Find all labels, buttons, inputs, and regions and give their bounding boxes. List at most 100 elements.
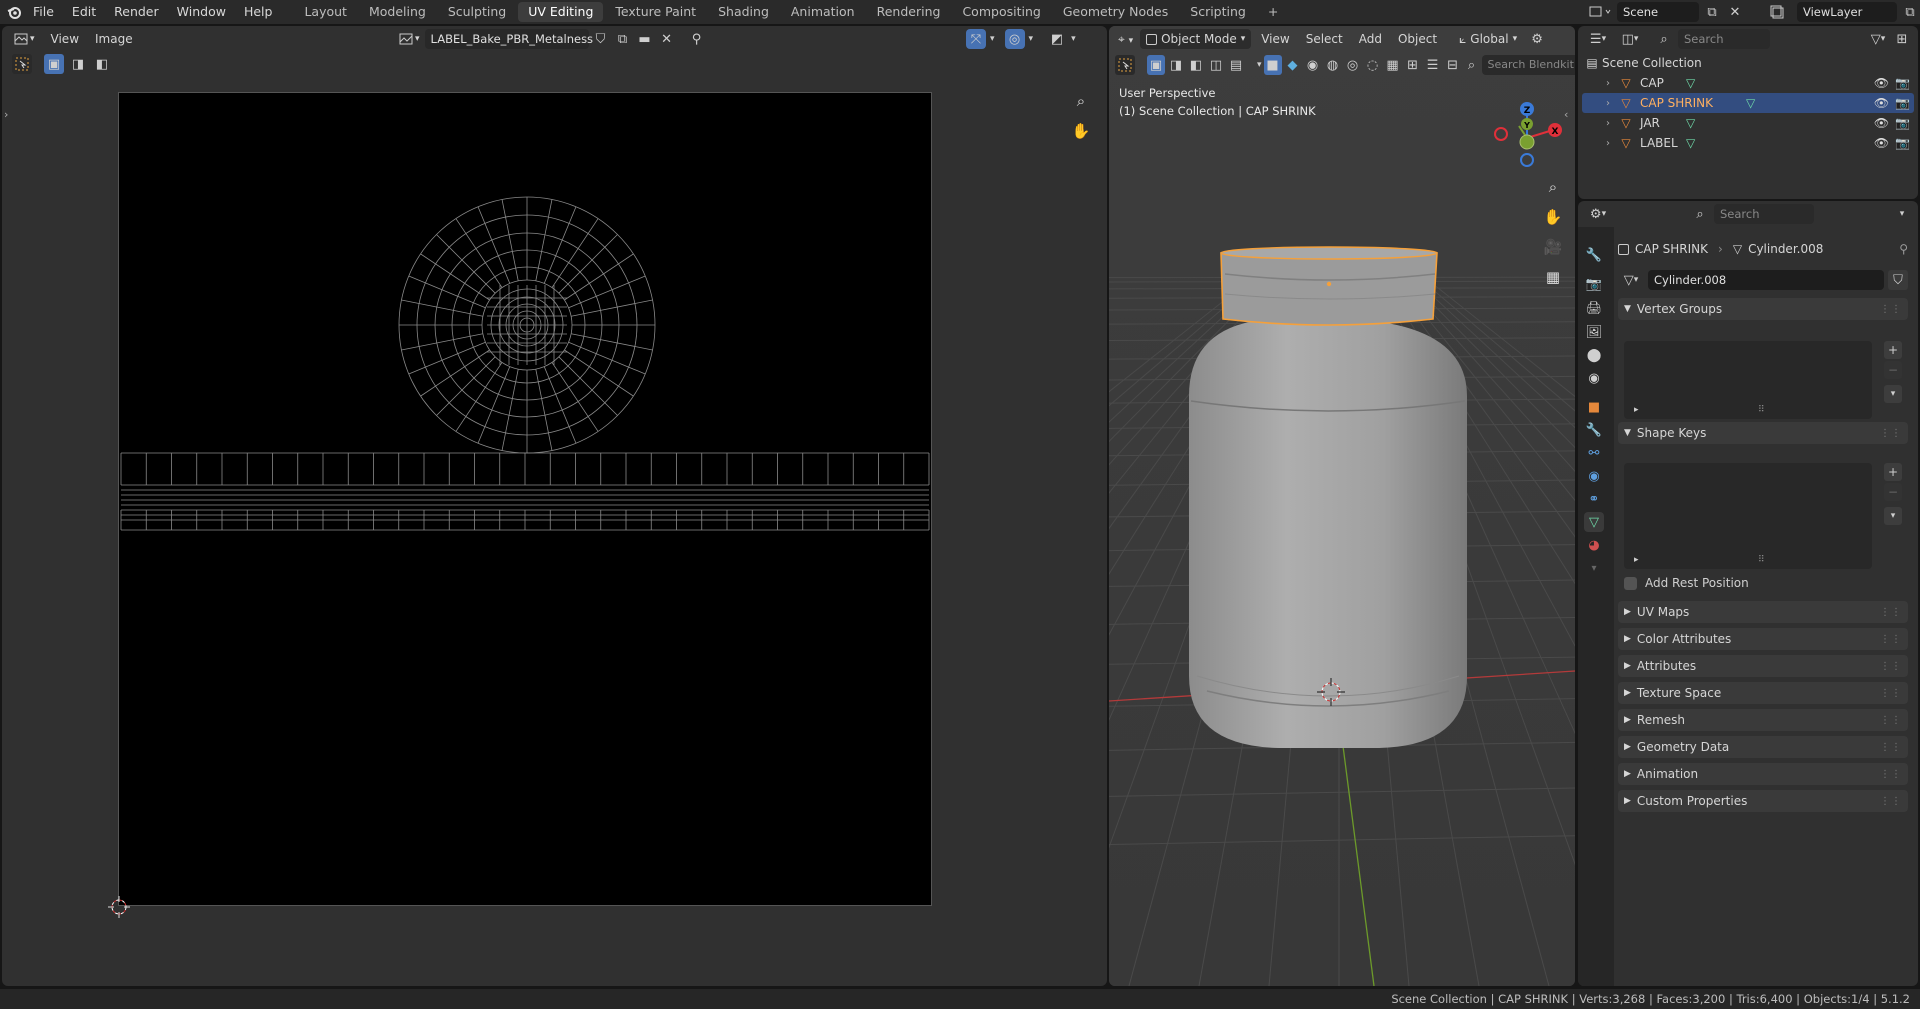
panel-grip-icon[interactable]: ⋮⋮ [1880,688,1902,699]
panel-grip-icon[interactable]: ⋮⋮ [1880,428,1902,439]
gizmo-toggle-icon[interactable]: ⊞ [1404,55,1422,75]
view-lock-icon[interactable]: ⊟ [1444,55,1462,75]
collapsed-panel-header[interactable]: ▶ Remesh ⋮⋮ [1618,709,1908,731]
output-tab-icon[interactable]: 🖨 [1584,298,1604,318]
image-browse-button[interactable]: ▾ [396,29,423,49]
render-camera-icon[interactable]: 📷 [1895,136,1910,150]
2d-cursor-icon[interactable] [108,896,130,921]
mesh-data-icon[interactable]: ▽ [1746,96,1755,110]
mesh-name-field[interactable]: Cylinder.008 [1648,270,1884,290]
object-mode-dropdown[interactable]: Object Mode ▾ [1140,29,1252,49]
expand-arrow-icon[interactable]: › [1582,118,1610,129]
view-layer-name-field[interactable]: ViewLayer [1797,2,1897,22]
shape-keys-panel-header[interactable]: ▼ Shape Keys ⋮⋮ [1618,422,1908,444]
panel-grip-icon[interactable]: ⋮⋮ [1880,769,1902,780]
tab-shading[interactable]: Shading [708,2,779,22]
vertex-groups-panel-header[interactable]: ▼ Vertex Groups ⋮⋮ [1618,298,1908,320]
menu-help[interactable]: Help [235,0,282,24]
viewport-menu-object[interactable]: Object [1392,29,1443,49]
uv-overlays-icon[interactable]: ◎ [1004,29,1025,49]
viewport-zoom-icon[interactable]: ⌕ [1540,174,1566,200]
camera-view-icon[interactable]: 🎥 [1540,234,1566,260]
render-tab-icon[interactable]: 📷 [1584,274,1604,294]
solid-shading-icon[interactable]: ■ [1263,55,1282,75]
blendkit-search-input[interactable]: Search Blendkit [1481,55,1575,75]
select-mode-extend-icon[interactable]: ◨ [68,54,88,74]
uv-menu-image[interactable]: Image [89,29,139,49]
panel-grip-icon[interactable]: ⋮⋮ [1880,634,1902,645]
tab-animation[interactable]: Animation [781,2,865,22]
viewport-editor-type-button[interactable]: ⌖ ▾ [1115,29,1136,49]
shape-keys-list[interactable]: ▸ ⠿ [1624,463,1872,569]
select-box-invert-icon[interactable]: ◫ [1207,55,1225,75]
list-expand-icon[interactable]: ▸ [1634,555,1639,565]
remove-vertex-group-button[interactable]: − [1884,361,1902,379]
panel-grip-icon[interactable]: ⋮⋮ [1880,661,1902,672]
properties-search-input[interactable]: Search [1714,204,1814,224]
scene-icon[interactable] [1586,2,1614,22]
visibility-eye-icon[interactable]: 👁 [1874,116,1889,130]
mesh-data-icon[interactable]: ▽ [1686,116,1695,130]
pin-properties-icon[interactable]: ⚲ [1899,242,1908,256]
expand-arrow-icon[interactable]: › [1582,78,1610,89]
expand-arrow-icon[interactable]: › [1582,138,1610,149]
uv-menu-view[interactable]: View [45,29,85,49]
pivot-icon[interactable]: ⚙ [1527,29,1547,49]
display-channels-icon[interactable]: ◩ [1047,29,1067,49]
collapsed-panel-header[interactable]: ▶ UV Maps ⋮⋮ [1618,601,1908,623]
vertex-group-menu-button[interactable]: ▾ [1884,385,1902,403]
particles-tab-icon[interactable]: ⚯ [1584,443,1604,463]
pan-hand-icon[interactable]: ✋ [1068,118,1094,144]
cap-shrink-mesh[interactable] [1220,248,1438,326]
pin-icon[interactable]: ⚲ [687,29,707,49]
properties-editor-type-icon[interactable]: ⚙ ▾ [1584,204,1612,224]
tab-scripting[interactable]: Scripting [1180,2,1256,22]
menu-file[interactable]: File [24,0,63,24]
shape-key-menu-button[interactable]: ▾ [1884,507,1902,525]
render-camera-icon[interactable]: 📷 [1895,116,1910,130]
tab-compositing[interactable]: Compositing [952,2,1050,22]
outliner-item[interactable]: › ▽ CAP ▽ 👁 📷 [1582,73,1914,93]
tool-tab-icon[interactable]: 🔧 [1584,245,1604,265]
zoom-icon[interactable]: ⌕ [1068,88,1094,114]
outliner-item-label[interactable]: CAP SHRINK [1640,96,1740,110]
select-box-intersect-icon[interactable]: ▤ [1227,55,1245,75]
transform-orientation-dropdown[interactable]: ⟀ Global ▾ [1453,29,1523,49]
menu-window[interactable]: Window [168,0,235,24]
visibility-eye-icon[interactable]: 👁 [1874,96,1889,110]
blender-logo-icon[interactable] [4,2,24,22]
shading-material-icon[interactable]: ◍ [1324,55,1342,75]
outliner-item-label[interactable]: LABEL [1640,136,1680,150]
add-shape-key-button[interactable]: + [1884,463,1902,481]
shading-render-icon[interactable]: ◎ [1344,55,1362,75]
visibility-eye-icon[interactable]: 👁 [1874,76,1889,90]
navigation-gizmo[interactable]: Z X Y [1479,88,1569,188]
collapsed-panel-header[interactable]: ▶ Color Attributes ⋮⋮ [1618,628,1908,650]
tab-layout[interactable]: Layout [294,2,357,22]
viewport-menu-select[interactable]: Select [1300,29,1349,49]
tab-geometry-nodes[interactable]: Geometry Nodes [1053,2,1178,22]
overlay-icon[interactable]: ◌ [1364,55,1382,75]
properties-options-icon[interactable]: ▾ [1892,204,1912,224]
new-view-layer-icon[interactable]: ⧉ [1900,2,1920,22]
uv-sync-selection-icon[interactable]: ⤧ [966,29,986,49]
tab-modeling[interactable]: Modeling [359,2,436,22]
visibility-eye-icon[interactable]: 👁 [1874,136,1889,150]
blendkit-icon[interactable]: ◆ [1284,55,1302,75]
new-scene-icon[interactable]: ⧉ [1702,2,1722,22]
outliner-item[interactable]: › ▽ LABEL ▽ 👁 📷 [1582,133,1914,153]
object-tab-icon[interactable]: ■ [1584,397,1604,417]
mesh-data-icon[interactable]: ▽ [1686,136,1695,150]
remove-shape-key-button[interactable]: − [1884,483,1902,501]
mesh-browse-icon[interactable]: ▽ ▾ [1618,270,1644,290]
viewport-sidebar-arrow[interactable]: ‹ [1564,108,1568,121]
viewport-menu-add[interactable]: Add [1353,29,1388,49]
fake-user-icon[interactable]: ⛉ [591,29,611,49]
panel-grip-icon[interactable]: ⋮⋮ [1880,304,1902,315]
filter-icon[interactable]: ▽ ▾ [1868,29,1888,49]
outliner-item-label[interactable]: JAR [1640,116,1680,130]
list-resize-grip-icon[interactable]: ⠿ [1758,405,1765,415]
render-camera-icon[interactable]: 📷 [1895,76,1910,90]
viewport-pan-icon[interactable]: ✋ [1540,204,1566,230]
menu-edit[interactable]: Edit [63,0,105,24]
